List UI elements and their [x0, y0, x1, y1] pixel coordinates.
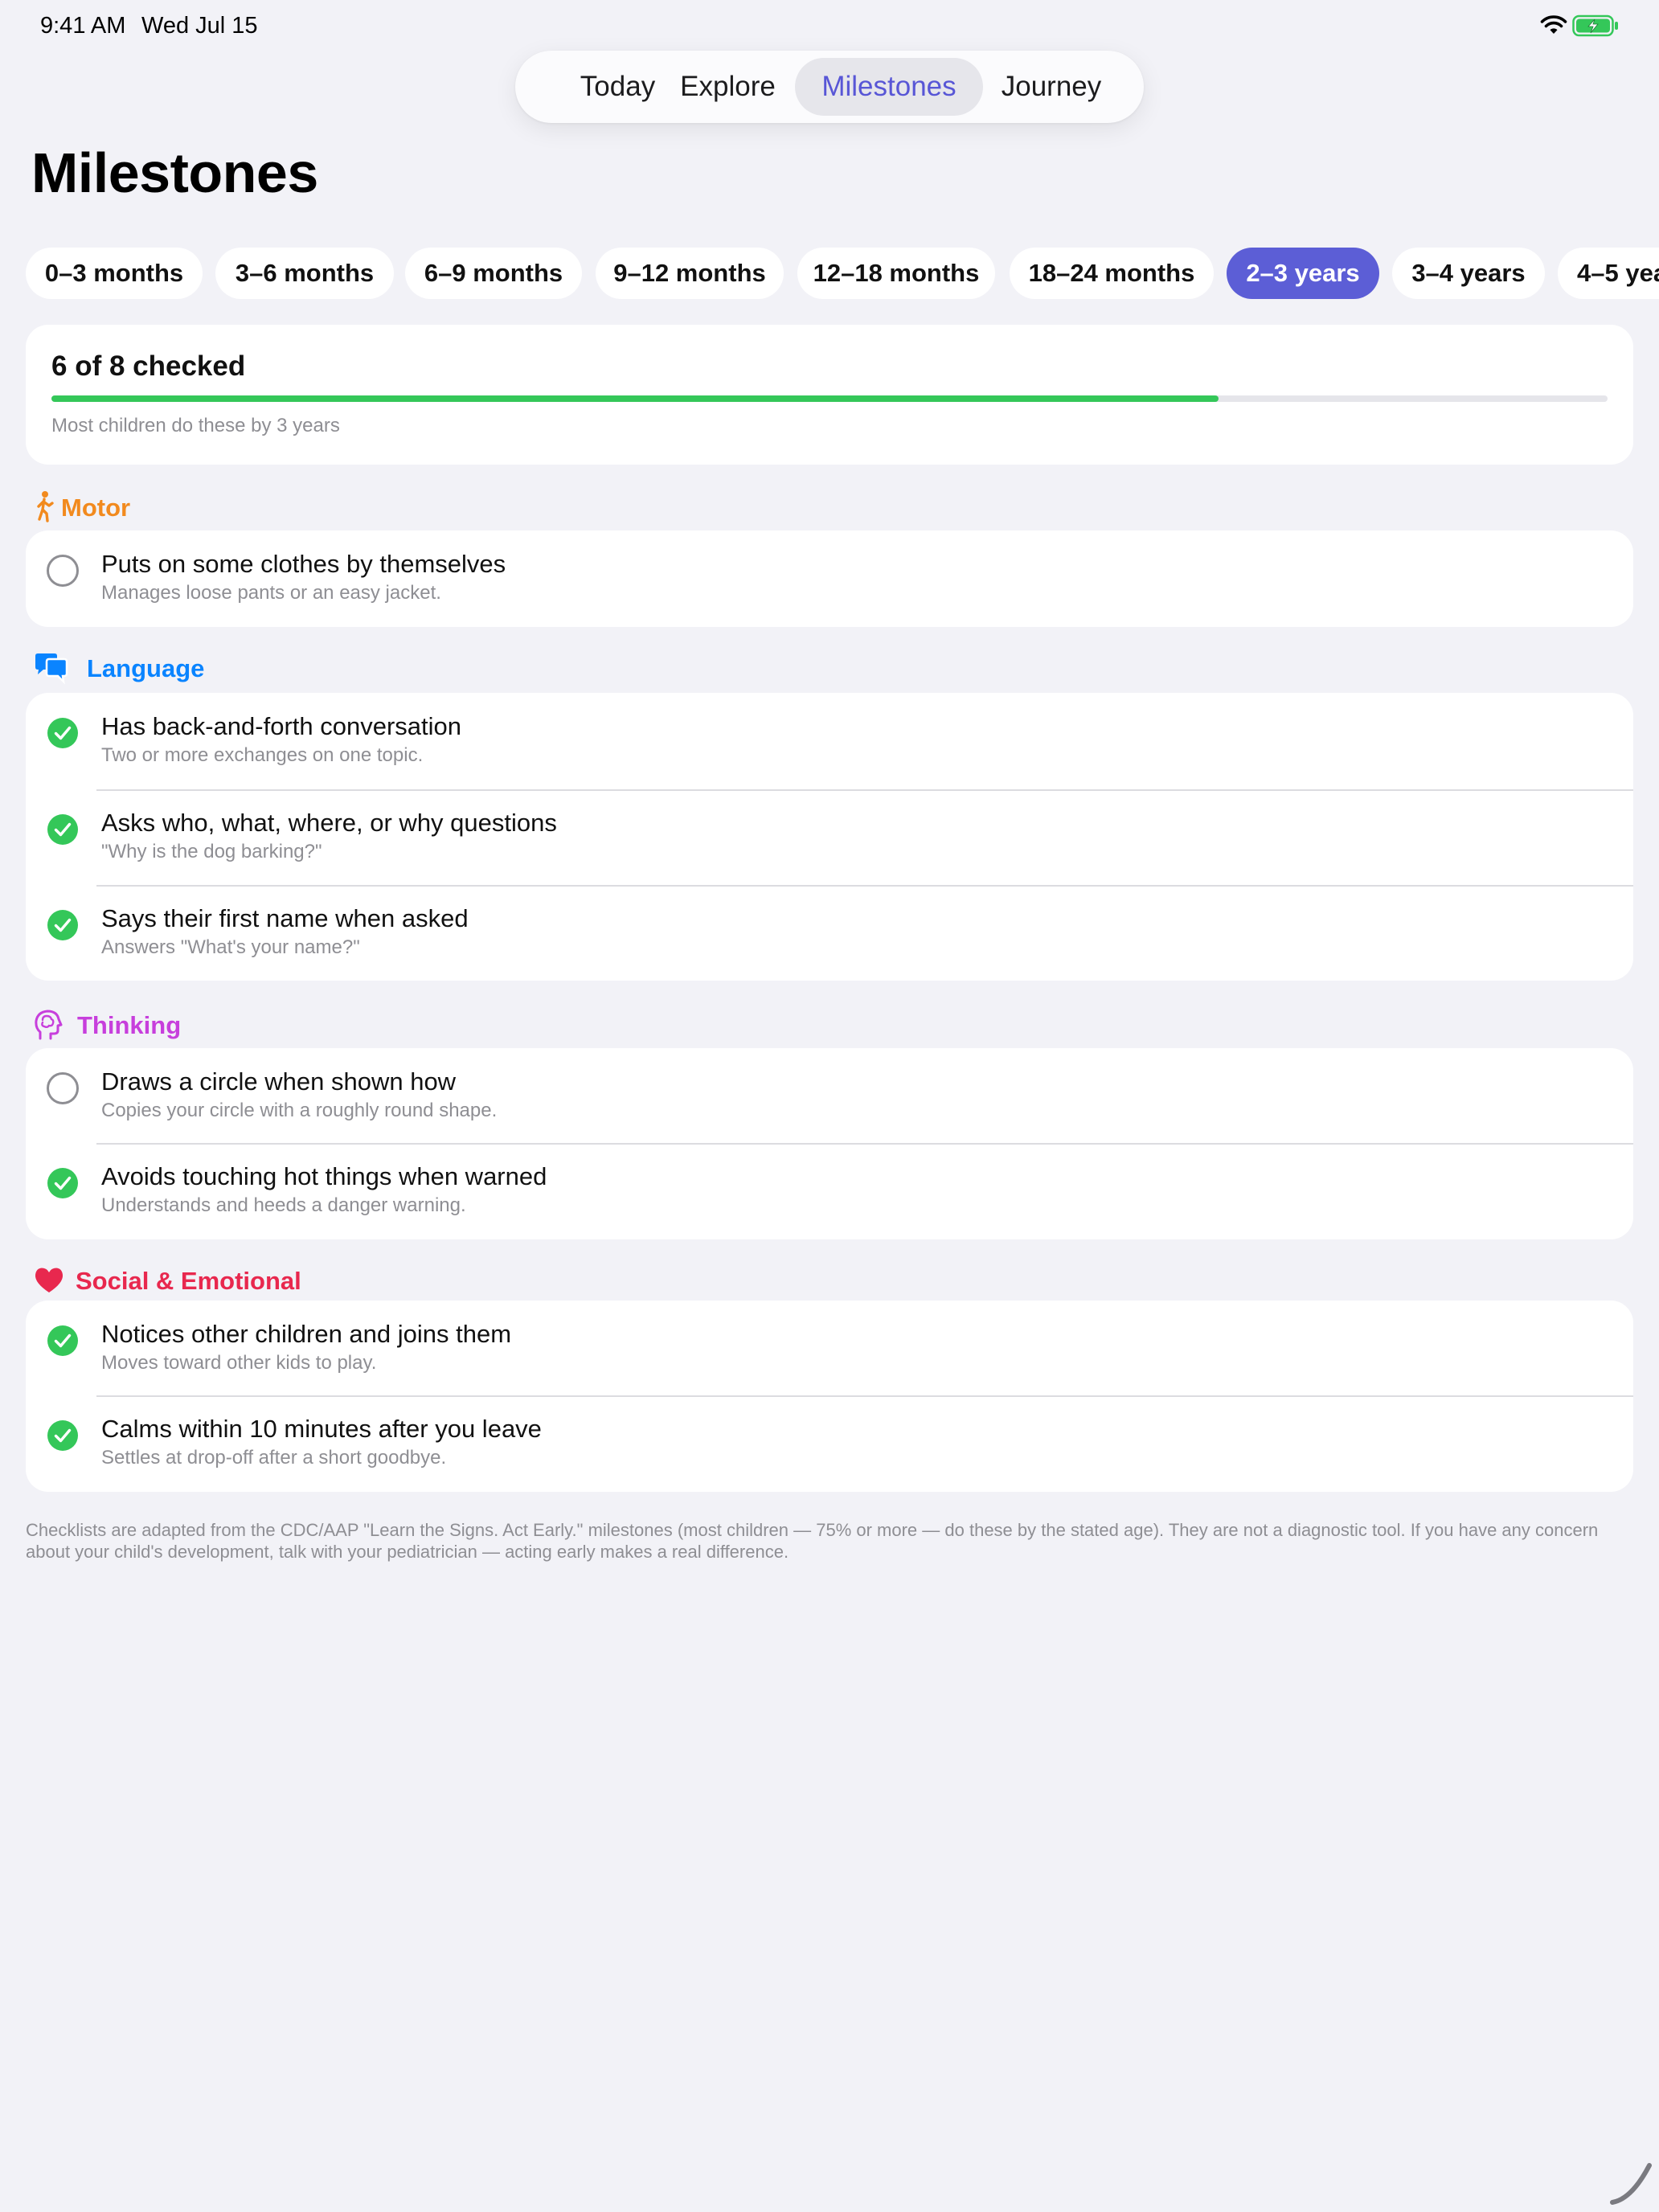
social-emotional-checklist: Notices other children and joins them Mo…	[26, 1301, 1633, 1492]
row-divider	[96, 1143, 1633, 1145]
section-title-social-emotional: Social & Emotional	[76, 1267, 301, 1295]
age-chip-3-6-months[interactable]: 3–6 months	[215, 248, 394, 299]
progress-bar	[51, 395, 1608, 402]
milestone-title: Puts on some clothes by themselves	[101, 550, 506, 578]
row-divider	[96, 1395, 1633, 1397]
milestones-screen: 9:41 AM Wed Jul 15 Today Explore Milesto…	[0, 0, 1659, 2212]
milestone-detail: Settles at drop-off after a short goodby…	[101, 1447, 447, 1469]
milestone-detail: Two or more exchanges on one topic.	[101, 744, 424, 766]
milestone-detail: Copies your circle with a roughly round …	[101, 1100, 498, 1121]
checkmark-circle-icon[interactable]	[47, 813, 79, 846]
checkmark-circle-icon[interactable]	[47, 1167, 79, 1199]
row-divider	[96, 789, 1633, 791]
progress-bar-fill	[51, 395, 1219, 402]
heart-icon	[35, 1268, 63, 1292]
age-chip-9-12-months[interactable]: 9–12 months	[596, 248, 784, 299]
checkmark-circle-icon[interactable]	[47, 1325, 79, 1357]
age-chip-12-18-months[interactable]: 12–18 months	[797, 248, 995, 299]
milestone-row[interactable]: Asks who, what, where, or why questions …	[26, 789, 1633, 886]
language-checklist: Has back-and-forth conversation Two or m…	[26, 693, 1633, 981]
milestone-detail: Understands and heeds a danger warning.	[101, 1194, 466, 1216]
section-title-thinking: Thinking	[77, 1011, 182, 1039]
status-date: Wed Jul 15	[141, 13, 258, 39]
section-title-motor: Motor	[61, 494, 131, 522]
age-chip-2-3-years[interactable]: 2–3 years	[1227, 248, 1379, 299]
tab-milestones[interactable]: Milestones	[795, 58, 983, 116]
checkmark-circle-icon[interactable]	[47, 909, 79, 941]
status-bar: 9:41 AM Wed Jul 15	[0, 0, 1659, 51]
motor-checklist: Puts on some clothes by themselves Manag…	[26, 530, 1633, 627]
milestone-detail: "Why is the dog barking?"	[101, 841, 322, 862]
milestone-row[interactable]: Puts on some clothes by themselves Manag…	[26, 530, 1633, 627]
thinking-checklist: Draws a circle when shown how Copies you…	[26, 1048, 1633, 1239]
row-divider	[96, 885, 1633, 887]
disclaimer-footnote: Checklists are adapted from the CDC/AAP …	[26, 1520, 1599, 1562]
tab-journey[interactable]: Journey	[979, 58, 1124, 116]
progress-subtitle: Most children do these by 3 years	[51, 415, 340, 436]
wifi-icon	[1540, 15, 1567, 34]
milestone-detail: Moves toward other kids to play.	[101, 1352, 377, 1374]
milestone-row[interactable]: Has back-and-forth conversation Two or m…	[26, 693, 1633, 789]
page-title: Milestones	[31, 141, 318, 204]
battery-charging-icon	[1572, 14, 1618, 37]
head-brain-icon	[35, 1010, 63, 1040]
status-time: 9:41 AM	[40, 13, 126, 39]
milestone-title: Asks who, what, where, or why questions	[101, 809, 557, 837]
unchecked-circle-icon[interactable]	[47, 1072, 79, 1104]
age-chip-18-24-months[interactable]: 18–24 months	[1010, 248, 1214, 299]
milestone-detail: Answers "What's your name?"	[101, 936, 360, 958]
milestone-row[interactable]: Calms within 10 minutes after you leave …	[26, 1395, 1633, 1492]
milestone-row[interactable]: Notices other children and joins them Mo…	[26, 1301, 1633, 1397]
milestone-title: Has back-and-forth conversation	[101, 712, 462, 740]
tab-explore[interactable]: Explore	[657, 58, 798, 116]
top-tab-bar: Today Explore Milestones Journey	[515, 51, 1144, 123]
checkmark-circle-icon[interactable]	[47, 1419, 79, 1452]
milestone-title: Avoids touching hot things when warned	[101, 1162, 547, 1190]
milestone-title: Says their first name when asked	[101, 904, 469, 932]
milestone-title: Calms within 10 minutes after you leave	[101, 1415, 542, 1443]
age-chip-4-5-years[interactable]: 4–5 years	[1558, 248, 1659, 299]
section-header-motor: Motor	[32, 487, 354, 526]
age-chip-3-4-years[interactable]: 3–4 years	[1392, 248, 1545, 299]
section-header-thinking: Thinking	[32, 1005, 354, 1043]
speech-bubbles-icon	[35, 653, 68, 685]
age-chip-6-9-months[interactable]: 6–9 months	[405, 248, 582, 299]
section-title-language: Language	[87, 654, 205, 682]
age-range-selector: 0–3 months 3–6 months 6–9 months 9–12 mo…	[26, 248, 1659, 301]
section-header-social-emotional: Social & Emotional	[32, 1260, 434, 1299]
milestone-row[interactable]: Draws a circle when shown how Copies you…	[26, 1048, 1633, 1145]
milestone-title: Draws a circle when shown how	[101, 1067, 457, 1096]
milestone-detail: Manages loose pants or an easy jacket.	[101, 582, 441, 604]
milestone-row[interactable]: Avoids touching hot things when warned U…	[26, 1143, 1633, 1239]
milestone-row[interactable]: Says their first name when asked Answers…	[26, 885, 1633, 981]
scroll-corner-indicator-icon	[1610, 2163, 1652, 2205]
section-header-language: Language	[32, 648, 354, 686]
unchecked-circle-icon[interactable]	[47, 555, 79, 587]
progress-count: 6 of 8 checked	[51, 350, 246, 382]
progress-card: 6 of 8 checked Most children do these by…	[26, 325, 1633, 465]
age-chip-0-3-months[interactable]: 0–3 months	[26, 248, 203, 299]
checkmark-circle-icon[interactable]	[47, 717, 79, 749]
milestone-title: Notices other children and joins them	[101, 1320, 512, 1348]
